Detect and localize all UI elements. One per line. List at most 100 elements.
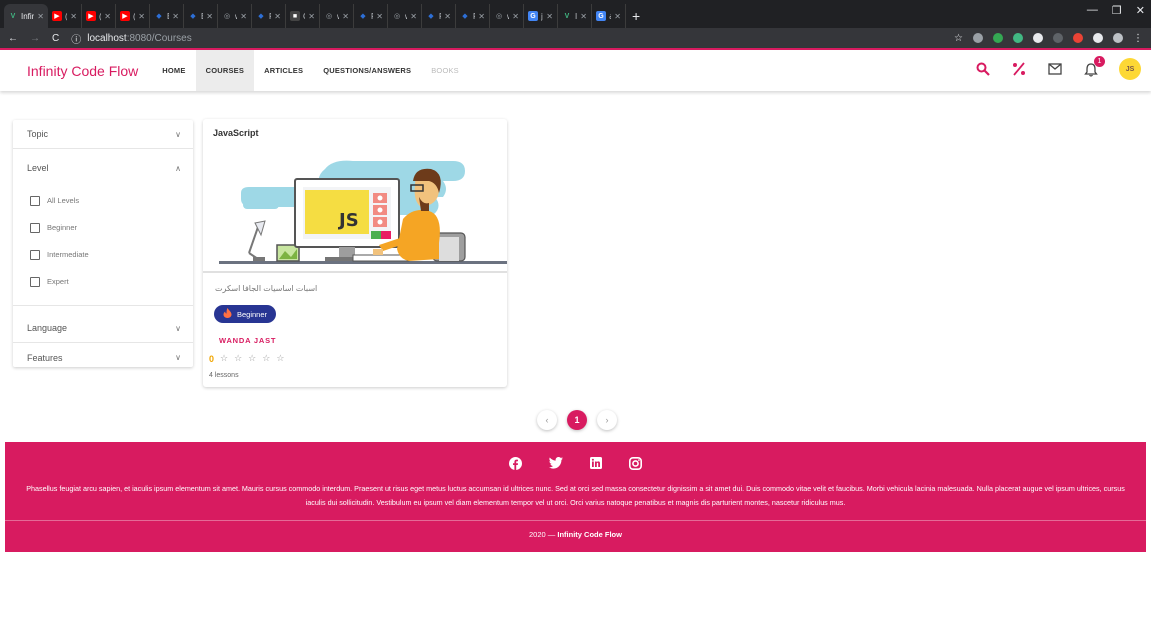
close-icon[interactable]: ✕ bbox=[37, 12, 44, 21]
level-option-expert[interactable]: Expert bbox=[13, 268, 193, 295]
filter-level-header[interactable]: Level ∧ bbox=[13, 149, 193, 187]
footer-copyright: 2020 — Infinity Code Flow bbox=[5, 521, 1146, 539]
maximize-icon[interactable]: ❐ bbox=[1112, 4, 1122, 17]
nav-articles[interactable]: ARTICLES bbox=[254, 50, 313, 91]
browser-tab[interactable]: Gjavas✕ bbox=[524, 4, 558, 28]
extension-icon[interactable] bbox=[993, 33, 1003, 43]
browser-tab[interactable]: ◆ Free \✕ bbox=[354, 4, 388, 28]
close-icon[interactable]: ✕ bbox=[342, 12, 349, 21]
close-icon[interactable]: ✕ bbox=[138, 12, 145, 21]
course-title[interactable]: JavaScript bbox=[203, 119, 507, 138]
new-tab-button[interactable]: + bbox=[632, 4, 640, 28]
browser-tab[interactable]: ◎ www.✕ bbox=[490, 4, 524, 28]
close-icon[interactable]: ✕ bbox=[614, 12, 621, 21]
star-icon[interactable]: ☆ bbox=[220, 353, 228, 364]
close-icon[interactable]: ✕ bbox=[478, 12, 485, 21]
minimize-icon[interactable]: — bbox=[1087, 4, 1098, 17]
filter-topic-header[interactable]: Topic ∨ bbox=[13, 120, 193, 149]
browser-tab[interactable]: ◆ Prem✕ bbox=[456, 4, 490, 28]
forward-icon[interactable]: → bbox=[30, 33, 40, 44]
tab-label: (75) 5 bbox=[99, 12, 101, 21]
tab-label: Free \ bbox=[371, 12, 373, 21]
browser-tab[interactable]: ▶(75) 5✕ bbox=[82, 4, 116, 28]
level-option-all[interactable]: All Levels bbox=[13, 187, 193, 214]
close-icon[interactable]: ✕ bbox=[308, 12, 315, 21]
close-icon[interactable]: ✕ bbox=[104, 12, 111, 21]
filter-level-section: Level ∧ All Levels Beginner Intermediate… bbox=[13, 149, 193, 306]
brand-logo[interactable]: Infinity Code Flow bbox=[27, 63, 138, 79]
browser-tab[interactable]: ▶(75) 6✕ bbox=[116, 4, 150, 28]
vue-devtools-icon[interactable] bbox=[1013, 33, 1023, 43]
filter-features-header[interactable]: Features ∨ bbox=[13, 343, 193, 372]
course-card[interactable]: JavaScript JS اسبات اساسيات الجافا اسكرت… bbox=[203, 119, 507, 387]
browser-tab[interactable]: ■Creat✕ bbox=[286, 4, 320, 28]
menu-icon[interactable]: ⋮ bbox=[1133, 33, 1143, 44]
next-page-button[interactable]: › bbox=[597, 410, 617, 430]
globe-icon: ◎ bbox=[325, 13, 333, 20]
close-icon[interactable]: ✕ bbox=[580, 12, 587, 21]
close-icon[interactable]: ✕ bbox=[70, 12, 77, 21]
extension-icon[interactable] bbox=[1033, 33, 1043, 43]
star-icon[interactable]: ☆ bbox=[954, 33, 963, 44]
facebook-icon[interactable] bbox=[509, 456, 523, 470]
checkbox[interactable] bbox=[30, 249, 40, 260]
profile-icon[interactable] bbox=[1113, 33, 1123, 43]
nav-courses[interactable]: COURSES bbox=[195, 50, 255, 91]
close-icon[interactable]: ✕ bbox=[512, 12, 519, 21]
browser-tab[interactable]: ◆ Prem✕ bbox=[422, 4, 456, 28]
browser-tab[interactable]: ▶(59) 8✕ bbox=[48, 4, 82, 28]
close-icon[interactable]: ✕ bbox=[444, 12, 451, 21]
twitter-icon[interactable] bbox=[548, 456, 563, 470]
star-icon[interactable]: ☆ bbox=[234, 353, 242, 364]
fire-icon bbox=[223, 308, 232, 320]
checkbox[interactable] bbox=[30, 195, 40, 206]
avatar[interactable]: JS bbox=[1119, 58, 1141, 80]
level-chip[interactable]: Beginner bbox=[214, 305, 277, 323]
back-icon[interactable]: ← bbox=[8, 33, 18, 44]
close-icon[interactable]: ✕ bbox=[546, 12, 553, 21]
extension-icon[interactable] bbox=[1053, 33, 1063, 43]
page-button-current[interactable]: 1 bbox=[567, 410, 587, 430]
checkbox[interactable] bbox=[30, 222, 40, 233]
nav-books[interactable]: BOOKS bbox=[421, 50, 469, 91]
close-icon[interactable]: ✕ bbox=[172, 12, 179, 21]
browser-tab[interactable]: ◎ www.✕ bbox=[320, 4, 354, 28]
star-icon[interactable]: ☆ bbox=[262, 353, 270, 364]
close-icon[interactable]: ✕ bbox=[206, 12, 213, 21]
close-window-icon[interactable]: ✕ bbox=[1136, 4, 1145, 17]
close-icon[interactable]: ✕ bbox=[410, 12, 417, 21]
instagram-icon[interactable] bbox=[629, 456, 643, 470]
filter-language-header[interactable]: Language ∨ bbox=[13, 314, 193, 343]
star-icon[interactable]: ☆ bbox=[276, 353, 284, 364]
checkbox[interactable] bbox=[30, 276, 40, 287]
nav-questions-answers[interactable]: QUESTIONS/ANSWERS bbox=[313, 50, 421, 91]
percent-icon[interactable] bbox=[1011, 61, 1027, 77]
extension-icon[interactable] bbox=[973, 33, 983, 43]
close-icon[interactable]: ✕ bbox=[376, 12, 383, 21]
browser-tab[interactable]: ◆ Free \✕ bbox=[252, 4, 286, 28]
browser-tab[interactable]: V Infini✕ bbox=[558, 4, 592, 28]
url-field[interactable]: ⓘ localhost:8080/Courses bbox=[71, 31, 942, 46]
search-icon[interactable] bbox=[975, 61, 991, 77]
author-name[interactable]: WANDA JAST bbox=[219, 336, 276, 345]
bell-icon[interactable]: 1 bbox=[1083, 56, 1105, 77]
nav-home[interactable]: HOME bbox=[152, 50, 195, 91]
mail-icon[interactable] bbox=[1047, 61, 1063, 77]
browser-tab[interactable]: V Infini ✕ bbox=[4, 4, 48, 28]
close-icon[interactable]: ✕ bbox=[240, 12, 247, 21]
star-icon[interactable]: ☆ bbox=[248, 353, 256, 364]
extension-icon[interactable] bbox=[1073, 33, 1083, 43]
browser-tab[interactable]: ◆ Broch✕ bbox=[150, 4, 184, 28]
level-option-intermediate[interactable]: Intermediate bbox=[13, 241, 193, 268]
puzzle-icon[interactable] bbox=[1093, 33, 1103, 43]
browser-tab[interactable]: Gمرجاة✕ bbox=[592, 4, 626, 28]
reload-icon[interactable]: C bbox=[52, 33, 59, 44]
linkedin-icon[interactable] bbox=[589, 456, 603, 470]
browser-tab[interactable]: ◎ www.✕ bbox=[388, 4, 422, 28]
close-icon[interactable]: ✕ bbox=[274, 12, 281, 21]
prev-page-button[interactable]: ‹ bbox=[537, 410, 557, 430]
browser-tab[interactable]: ◎ www.✕ bbox=[218, 4, 252, 28]
browser-tab[interactable]: ◆ Broch✕ bbox=[184, 4, 218, 28]
level-option-beginner[interactable]: Beginner bbox=[13, 214, 193, 241]
course-thumbnail[interactable]: JS bbox=[203, 149, 507, 273]
